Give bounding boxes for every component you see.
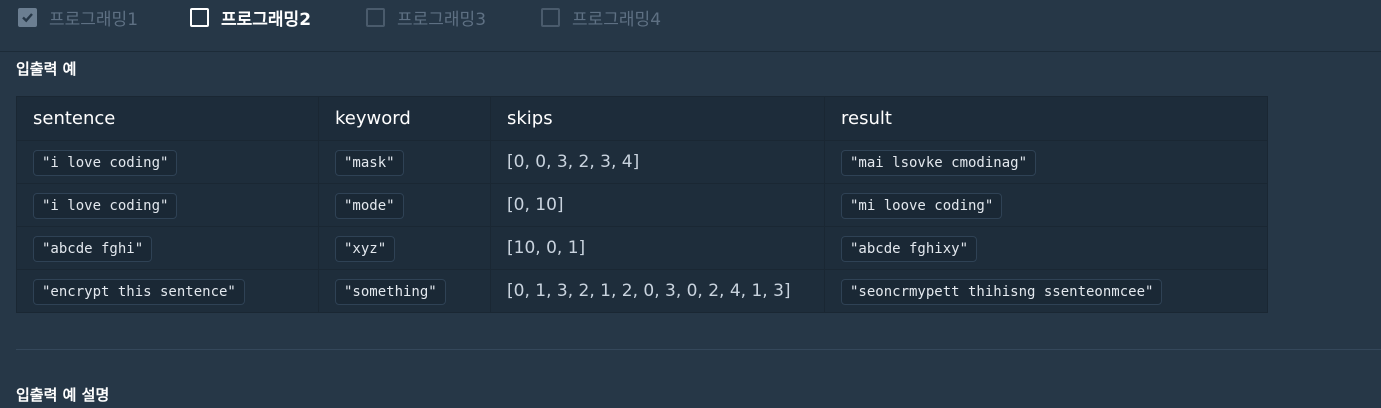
tab-programming-3[interactable]: 프로그래밍3 (366, 0, 486, 34)
code-value: "encrypt this sentence" (33, 279, 245, 305)
checkbox-empty-icon[interactable] (541, 7, 560, 27)
code-value: "mi loove coding" (841, 193, 1003, 219)
table-row: "encrypt this sentence" "something" [0, … (16, 269, 1268, 313)
code-value: "mode" (335, 193, 404, 219)
section-divider (16, 349, 1381, 350)
cell-sentence: "i love coding" (16, 140, 319, 184)
column-header-result: result (824, 96, 1268, 141)
table-row: "i love coding" "mode" [0, 10] "mi loove… (16, 183, 1268, 227)
code-value: "mask" (335, 150, 404, 176)
code-value: "i love coding" (33, 150, 178, 176)
code-value: "something" (335, 279, 446, 305)
cell-sentence: "encrypt this sentence" (16, 269, 319, 313)
cell-result: "seoncrmypett thihisng ssenteonmcee" (824, 269, 1268, 313)
section-title-io-example: 입출력 예 (16, 60, 77, 78)
tab-programming-1[interactable]: 프로그래밍1 (18, 0, 138, 34)
code-value: "xyz" (335, 236, 396, 262)
tab-programming-4[interactable]: 프로그래밍4 (541, 0, 661, 34)
cell-keyword: "mask" (318, 140, 491, 184)
cell-result: "mi loove coding" (824, 183, 1268, 227)
cell-skips: [0, 10] (490, 183, 825, 227)
cell-result: "abcde fghixy" (824, 226, 1268, 270)
code-value: "abcde fghixy" (841, 236, 978, 262)
io-example-table: sentence keyword skips result "i love co… (16, 96, 1268, 313)
column-header-keyword: keyword (318, 96, 491, 141)
cell-result: "mai lsovke cmodinag" (824, 140, 1268, 184)
cell-skips: [0, 0, 3, 2, 3, 4] (490, 140, 825, 184)
cell-sentence: "abcde fghi" (16, 226, 319, 270)
column-header-sentence: sentence (16, 96, 319, 141)
table-header-row: sentence keyword skips result (16, 96, 1268, 141)
cell-sentence: "i love coding" (16, 183, 319, 227)
tab-label: 프로그래밍2 (221, 9, 312, 30)
tab-programming-2[interactable]: 프로그래밍2 (190, 0, 311, 34)
code-value: "i love coding" (33, 193, 178, 219)
cell-skips: [10, 0, 1] (490, 226, 825, 270)
code-value: "abcde fghi" (33, 236, 153, 262)
checkbox-empty-icon[interactable] (190, 7, 209, 27)
code-value: "seoncrmypett thihisng ssenteonmcee" (841, 279, 1163, 305)
tab-label: 프로그래밍4 (572, 9, 662, 30)
cell-keyword: "mode" (318, 183, 491, 227)
column-header-skips: skips (490, 96, 825, 141)
code-value: "mai lsovke cmodinag" (841, 150, 1037, 176)
cell-skips: [0, 1, 3, 2, 1, 2, 0, 3, 0, 2, 4, 1, 3] (490, 269, 825, 313)
cell-keyword: "xyz" (318, 226, 491, 270)
tab-label: 프로그래밍1 (49, 9, 139, 30)
problem-tabs: 프로그래밍1 프로그래밍2 프로그래밍3 프로그래밍4 (0, 0, 1381, 52)
section-title-io-example-explanation: 입출력 예 설명 (16, 386, 110, 404)
table-row: "i love coding" "mask" [0, 0, 3, 2, 3, 4… (16, 140, 1268, 184)
tab-label: 프로그래밍3 (397, 9, 487, 30)
cell-keyword: "something" (318, 269, 491, 313)
checkbox-empty-icon[interactable] (366, 7, 385, 27)
table-row: "abcde fghi" "xyz" [10, 0, 1] "abcde fgh… (16, 226, 1268, 270)
checkbox-checked-icon[interactable] (18, 7, 37, 27)
